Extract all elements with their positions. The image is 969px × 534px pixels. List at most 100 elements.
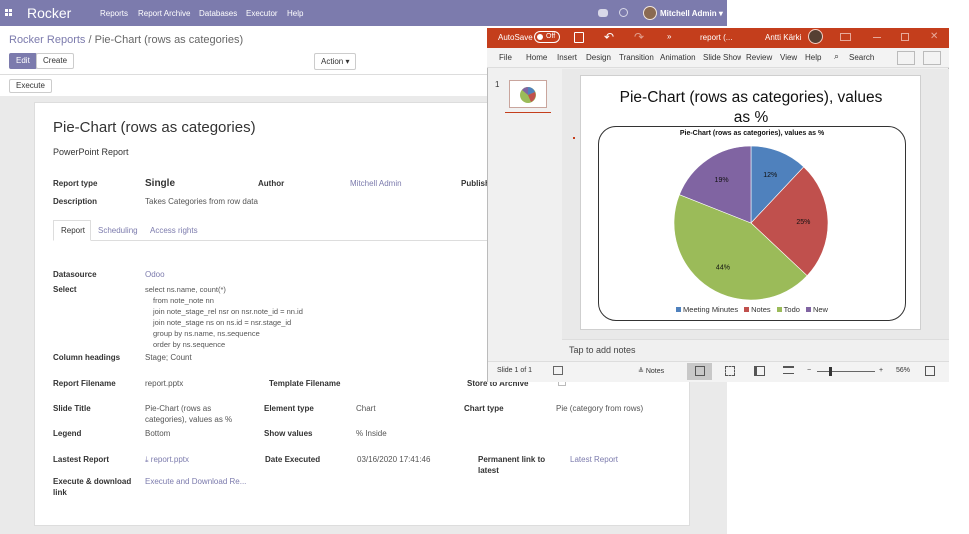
element-type-value[interactable]: Chart [356,404,376,413]
undo-icon[interactable]: ↶ [604,30,614,44]
zoom-level[interactable]: 56% [896,367,910,374]
element-type-label: Element type [264,404,314,413]
chart-type-label: Chart type [464,404,504,413]
comments-icon[interactable] [923,51,941,65]
slide-title-line1: Pie-Chart (rows as categories), values [619,89,883,106]
slide-title-value-line1[interactable]: Pie-Chart (rows as [145,404,211,413]
report-type-value[interactable]: Single [145,178,175,189]
ribbon-tab-animation[interactable]: Animation [660,53,696,62]
description-value[interactable]: Takes Categories from row data [145,197,258,206]
notes-placeholder[interactable]: Tap to add notes [569,345,636,355]
close-icon[interactable]: ✕ [930,31,938,42]
slide-sorter-icon[interactable] [725,366,735,376]
ribbon-tab-design[interactable]: Design [586,53,611,62]
tab-scheduling[interactable]: Scheduling [98,226,138,235]
legend-item-todo: Todo [776,305,800,314]
permanent-link-value[interactable]: Latest Report [570,455,618,464]
slide-title-label: Slide Title [53,404,91,413]
execute-button[interactable]: Execute [9,79,52,93]
show-values-value[interactable]: % Inside [356,429,387,438]
menu-executor[interactable]: Executor [246,9,278,18]
pie-chart[interactable]: 12% 25% 44% 19% [670,142,832,304]
report-filename-label: Report Filename [53,379,116,388]
activity-clock-icon[interactable] [619,8,628,17]
ribbon-tab-file[interactable]: File [499,53,512,62]
thumbnail-number: 1 [495,80,500,89]
legend-value[interactable]: Bottom [145,429,170,438]
zoom-out-icon[interactable]: − [807,367,811,374]
save-icon[interactable] [574,32,584,43]
column-headings-value[interactable]: Stage; Count [145,353,192,362]
column-headings-label: Column headings [53,353,121,362]
ribbon-tab-transition[interactable]: Transition [619,53,654,62]
ribbon-tab-review[interactable]: Review [746,53,772,62]
more-commands-icon[interactable]: » [667,32,671,41]
ribbon-tab-view[interactable]: View [780,53,797,62]
brand-name[interactable]: Rocker [27,5,71,21]
date-executed-value: 03/16/2020 17:41:46 [357,455,431,464]
reading-view-icon[interactable] [754,366,765,376]
slide-title-value-line2[interactable]: categories), values as % [145,415,232,424]
tab-report-label[interactable]: Report [61,226,85,235]
autosave-toggle[interactable]: Off [534,31,560,43]
user-menu[interactable]: Mitchell Admin ▾ [660,9,723,18]
chart-type-value[interactable]: Pie (category from rows) [556,404,643,413]
datasource-label: Datasource [53,270,97,279]
latest-report-download-link[interactable]: ⤓ report.pptx [145,455,189,465]
select-query-line: group by ns.name, ns.sequence [153,329,260,338]
chat-icon[interactable] [598,9,608,17]
search-box[interactable]: Search [849,53,874,62]
ribbon-display-icon[interactable] [840,33,851,41]
search-icon[interactable]: ⌕ [834,51,839,62]
select-query-line: order by ns.sequence [153,340,226,349]
create-button[interactable]: Create [36,53,75,69]
powerpoint-user-name[interactable]: Antti Kärki [765,33,801,42]
user-avatar[interactable] [643,6,657,20]
fit-slide-icon[interactable] [925,366,935,376]
permanent-link-label-line2: latest [478,466,499,475]
ribbon-tab-insert[interactable]: Insert [557,53,577,62]
powerpoint-user-avatar[interactable] [808,29,823,44]
notes-toggle[interactable]: ≜ Notes [638,367,664,375]
legend-label: New [812,305,828,314]
ribbon-tab-home[interactable]: Home [526,53,547,62]
menu-help[interactable]: Help [287,9,303,18]
redo-icon[interactable]: ↷ [634,30,644,44]
pie-data-label: 19% [715,177,729,184]
apps-menu-icon[interactable] [5,9,13,17]
zoom-in-icon[interactable]: + [879,367,883,374]
zoom-slider-thumb[interactable] [829,367,832,376]
chart-legend: Meeting Minutes Notes Todo New [598,305,906,314]
accessibility-icon[interactable] [553,366,563,375]
slide-title[interactable]: Pie-Chart (rows as categories), values a… [600,88,902,128]
execute-download-label-line2: link [53,488,67,497]
report-type-label: Report type [53,179,98,188]
edit-button[interactable]: Edit [9,53,37,69]
slide-thumbnail[interactable] [509,80,547,108]
ribbon-tab-help[interactable]: Help [805,53,821,62]
menu-report-archive[interactable]: Report Archive [138,9,190,18]
permanent-link-label-line1: Permanent link to [478,455,546,464]
slideshow-icon[interactable] [783,366,794,374]
share-icon[interactable] [897,51,915,65]
action-dropdown[interactable]: Action ▾ [314,53,357,70]
author-link[interactable]: Mitchell Admin [350,179,402,188]
show-values-label: Show values [264,429,313,438]
report-filename-value[interactable]: report.pptx [145,379,183,388]
legend-label: Meeting Minutes [683,305,739,314]
report-subtitle: PowerPoint Report [53,147,129,157]
menu-reports[interactable]: Reports [100,9,128,18]
selection-marker [573,137,575,139]
description-label: Description [53,197,98,206]
minimize-icon[interactable] [873,37,881,38]
tab-access-rights[interactable]: Access rights [150,226,198,235]
autosave-label: AutoSave [498,33,533,42]
zoom-slider[interactable] [817,371,875,372]
datasource-link[interactable]: Odoo [145,270,165,279]
legend-label: Todo [783,305,800,314]
menu-databases[interactable]: Databases [199,9,237,18]
ribbon-tab-slide-show[interactable]: Slide Show [703,53,741,62]
breadcrumb-parent[interactable]: Rocker Reports [9,34,85,46]
maximize-icon[interactable] [901,33,909,41]
execute-download-link[interactable]: Execute and Download Re... [145,477,246,486]
